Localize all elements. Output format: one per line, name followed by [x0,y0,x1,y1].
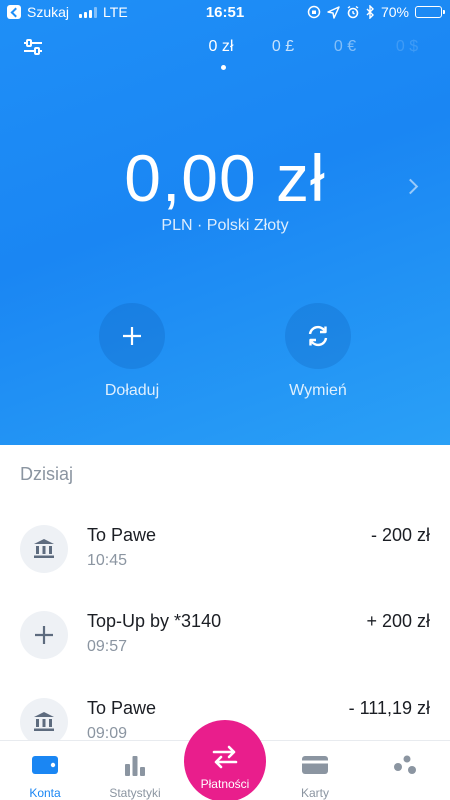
exchange-label: Wymień [289,382,347,399]
transaction-title: To Pawe [87,698,157,718]
tab-label: Karty [300,786,329,800]
exchange-button[interactable]: Wymień [284,303,352,400]
more-dots-icon [360,752,450,778]
account-balance: 0,00 zł [124,141,326,215]
tab-konta[interactable]: Konta [0,741,90,800]
payments-label: Płatności [200,777,250,791]
transaction-amount: - 111,19 zł [348,698,430,718]
tab-karty[interactable]: Karty [270,741,360,800]
topup-button[interactable]: Doładuj [98,303,166,400]
status-right: 70% [307,4,445,20]
orientation-lock-icon [307,5,321,19]
tab-more[interactable] [360,741,450,800]
transaction-time: 10:45 [87,552,128,569]
tab-currency-pln[interactable]: 0 zł [190,38,252,56]
transaction-time: 09:57 [87,638,128,655]
battery-percent: 70% [380,4,409,20]
active-tab-indicator [221,65,226,70]
transactions-list: Dzisiaj To Pawe 10:45 - 200 zł Top-Up by… [0,445,450,746]
battery-icon [415,6,445,18]
filter-sliders-icon[interactable] [22,36,44,58]
transaction-title: To Pawe [87,525,157,545]
tab-currency-gbp[interactable]: 0 £ [252,38,314,56]
bar-chart-icon [90,752,180,778]
account-header: Szukaj LTE 16:51 70% 0 zł 0 £ 0 € 0 $ 0,… [0,0,450,445]
plus-icon [20,611,68,659]
topup-circle[interactable] [99,303,165,369]
exchange-circle[interactable] [285,303,351,369]
bluetooth-icon [366,5,374,19]
card-icon [270,752,360,778]
transaction-row[interactable]: To Pawe 10:45 - 200 zł [0,525,450,605]
tab-label: Konta [29,786,61,800]
wallet-icon [0,752,90,778]
status-bar: Szukaj LTE 16:51 70% [0,0,450,26]
transfer-arrows-icon [184,744,266,770]
location-icon [327,5,340,19]
bank-icon [20,698,68,746]
tab-currency-eur[interactable]: 0 € [314,38,376,56]
currency-tabs: 0 zł 0 £ 0 € 0 $ [190,38,438,56]
account-currency: PLN · Polski Złoty [161,217,289,234]
alarm-icon [347,5,359,19]
payments-button[interactable]: Płatności [184,720,266,800]
transaction-amount: + 200 zł [366,611,430,631]
tab-currency-usd[interactable]: 0 $ [376,38,438,56]
tab-statystyki[interactable]: Statystyki [90,741,180,800]
transaction-row[interactable]: Top-Up by *3140 09:57 + 200 zł [0,611,450,691]
topup-label: Doładuj [104,382,160,399]
plus-icon [123,327,141,345]
section-heading-today: Dzisiaj [20,464,74,484]
transaction-title: Top-Up by *3140 [87,611,222,631]
exchange-icon [308,325,328,347]
transaction-amount: - 200 zł [370,525,430,545]
bank-icon [20,525,68,573]
tab-label: Statystyki [109,786,161,800]
